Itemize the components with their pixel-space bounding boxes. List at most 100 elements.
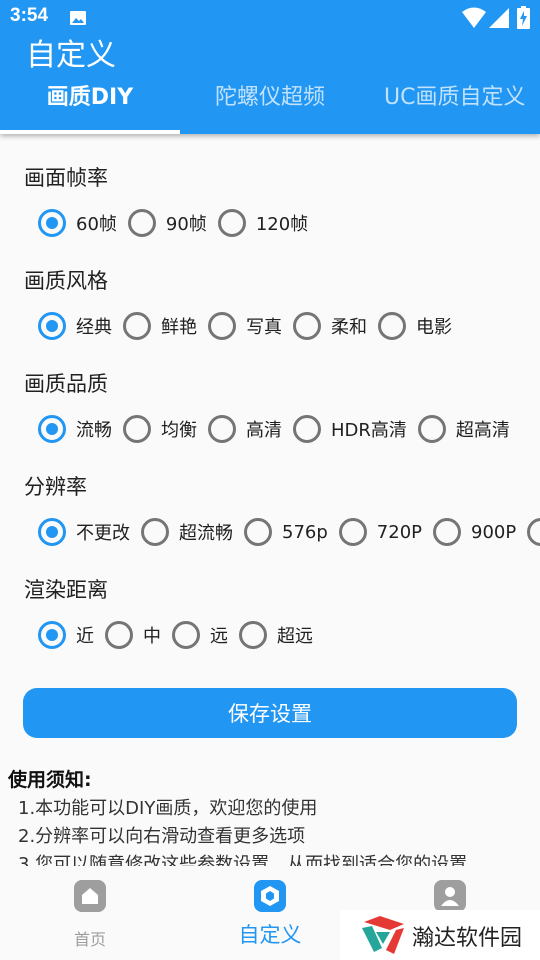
quality-radio-group: 流畅 均衡 高清 HDR高清 超高清 bbox=[38, 414, 540, 444]
radio-label: 近 bbox=[76, 626, 94, 647]
radio-label: 中 bbox=[143, 626, 161, 647]
notice-item: 3.您可以随意修改这些参数设置，从而找到适合您的设置 bbox=[18, 854, 468, 866]
wifi-icon bbox=[462, 7, 486, 28]
radio-button[interactable] bbox=[38, 518, 66, 546]
radio-label: 120帧 bbox=[255, 214, 309, 235]
radio-option[interactable]: 超流畅 bbox=[141, 517, 233, 547]
radio-button[interactable] bbox=[527, 518, 540, 546]
notice-item: 2.分辨率可以向右滑动查看更多选项 bbox=[18, 826, 306, 847]
radio-label: 远 bbox=[210, 626, 228, 647]
radio-option[interactable]: 900P bbox=[433, 517, 516, 547]
radio-button[interactable] bbox=[208, 415, 236, 443]
radio-label: 超流畅 bbox=[179, 523, 233, 544]
radio-button[interactable] bbox=[433, 518, 462, 546]
radio-option[interactable]: 经典 bbox=[38, 311, 112, 341]
tab-diy[interactable]: 画质DIY bbox=[0, 76, 180, 134]
person-icon bbox=[434, 880, 466, 912]
radio-button[interactable] bbox=[123, 415, 151, 443]
radio-button[interactable] bbox=[38, 415, 66, 443]
watermark: 瀚达软件园 bbox=[340, 910, 540, 960]
home-icon bbox=[74, 880, 106, 912]
radio-label: 720P bbox=[376, 521, 423, 543]
radio-label: 鲜艳 bbox=[161, 317, 197, 338]
radio-label: 电影 bbox=[416, 317, 452, 338]
radio-option[interactable]: 电影 bbox=[378, 311, 452, 341]
notice-title: 使用须知: bbox=[8, 769, 92, 791]
radio-option[interactable]: 超高清 bbox=[417, 414, 510, 444]
cellular-icon bbox=[489, 8, 509, 28]
tab-bar: 画质DIY 陀螺仪超频 UC画质自定义 bbox=[0, 76, 540, 134]
radio-option[interactable]: HDR高清 bbox=[293, 414, 407, 444]
radio-button[interactable] bbox=[378, 312, 406, 340]
nav-custom-label: 自定义 bbox=[238, 923, 302, 947]
nav-home-label: 首页 bbox=[73, 930, 106, 949]
radio-option[interactable]: 60帧 bbox=[38, 208, 117, 238]
radio-label: 超高清 bbox=[455, 420, 510, 441]
framerate-radio-group: 60帧 90帧 120帧 bbox=[38, 208, 540, 238]
radio-option[interactable]: 近 bbox=[38, 620, 94, 650]
radio-label: HDR高清 bbox=[331, 420, 407, 441]
radio-option[interactable]: 柔和 bbox=[293, 311, 367, 341]
status-time: 3:54 bbox=[10, 5, 49, 26]
radio-button[interactable] bbox=[417, 415, 446, 443]
radio-button[interactable] bbox=[105, 621, 133, 649]
radio-label: 高清 bbox=[246, 420, 282, 441]
radio-option[interactable]: 高清 bbox=[208, 414, 282, 444]
radio-label: 超远 bbox=[277, 626, 313, 647]
radio-button[interactable] bbox=[293, 312, 321, 340]
nav-custom[interactable]: 自定义 bbox=[180, 866, 360, 960]
radio-button[interactable] bbox=[217, 209, 246, 237]
section-title-resolution: 分辨率 bbox=[24, 475, 87, 499]
radio-label: 均衡 bbox=[161, 420, 197, 441]
section-title-style: 画质风格 bbox=[24, 269, 108, 293]
radio-option[interactable]: 均衡 bbox=[123, 414, 197, 444]
radio-option[interactable]: 远 bbox=[172, 620, 228, 650]
radio-option[interactable] bbox=[527, 517, 540, 547]
section-title-render-distance: 渲染距离 bbox=[24, 578, 108, 602]
radio-label: 流畅 bbox=[76, 420, 112, 441]
notice-item: 1.本功能可以DIY画质，欢迎您的使用 bbox=[18, 798, 318, 819]
hexagon-settings-icon bbox=[254, 880, 286, 912]
radio-option[interactable]: 120帧 bbox=[217, 208, 309, 238]
radio-button[interactable] bbox=[38, 312, 66, 340]
radio-option[interactable]: 不更改 bbox=[38, 517, 130, 547]
resolution-radio-group[interactable]: 不更改 超流畅 576p 720P 900P bbox=[38, 517, 540, 547]
save-settings-button[interactable]: 保存设置 bbox=[23, 688, 517, 738]
radio-button[interactable] bbox=[38, 621, 66, 649]
radio-label: 576p bbox=[282, 521, 328, 543]
radio-option[interactable]: 90帧 bbox=[127, 208, 207, 238]
radio-label: 经典 bbox=[76, 317, 112, 338]
radio-label: 90帧 bbox=[165, 214, 207, 235]
radio-button[interactable] bbox=[208, 312, 236, 340]
radio-button[interactable] bbox=[123, 312, 151, 340]
app-root: 3:54 自定义 画质DIY 陀螺仪超频 UC画质自定义 画面帧率 60帧 90… bbox=[0, 0, 540, 960]
radio-button[interactable] bbox=[141, 518, 169, 546]
radio-button[interactable] bbox=[239, 621, 267, 649]
radio-button[interactable] bbox=[172, 621, 200, 649]
radio-button[interactable] bbox=[244, 518, 272, 546]
radio-option[interactable]: 鲜艳 bbox=[123, 311, 197, 341]
radio-option[interactable]: 中 bbox=[105, 620, 161, 650]
image-icon bbox=[70, 11, 86, 25]
radio-option[interactable]: 720P bbox=[338, 517, 423, 547]
app-bar: 3:54 自定义 画质DIY 陀螺仪超频 UC画质自定义 bbox=[0, 0, 540, 134]
radio-option[interactable]: 576p bbox=[244, 517, 328, 547]
radio-label: 柔和 bbox=[331, 317, 367, 338]
radio-label: 60帧 bbox=[76, 214, 117, 235]
nav-home[interactable]: 首页 bbox=[0, 866, 180, 960]
radio-button[interactable] bbox=[127, 209, 156, 237]
radio-button[interactable] bbox=[293, 415, 321, 443]
tab-uc-quality[interactable]: UC画质自定义 bbox=[360, 76, 540, 134]
watermark-logo-icon bbox=[362, 916, 404, 954]
radio-option[interactable]: 写真 bbox=[208, 311, 282, 341]
notice-panel: 使用须知: 1.本功能可以DIY画质，欢迎您的使用 2.分辨率可以向右滑动查看更… bbox=[0, 764, 540, 866]
tab-gyro-overclock[interactable]: 陀螺仪超频 bbox=[180, 76, 360, 134]
radio-option[interactable]: 流畅 bbox=[38, 414, 112, 444]
tab-indicator bbox=[0, 130, 180, 134]
radio-label: 写真 bbox=[246, 317, 282, 338]
radio-button[interactable] bbox=[338, 518, 367, 546]
radio-label: 900P bbox=[471, 521, 517, 543]
radio-option[interactable]: 超远 bbox=[239, 620, 313, 650]
radio-button[interactable] bbox=[38, 209, 66, 237]
style-radio-group: 经典 鲜艳 写真 柔和 电影 bbox=[38, 311, 540, 341]
